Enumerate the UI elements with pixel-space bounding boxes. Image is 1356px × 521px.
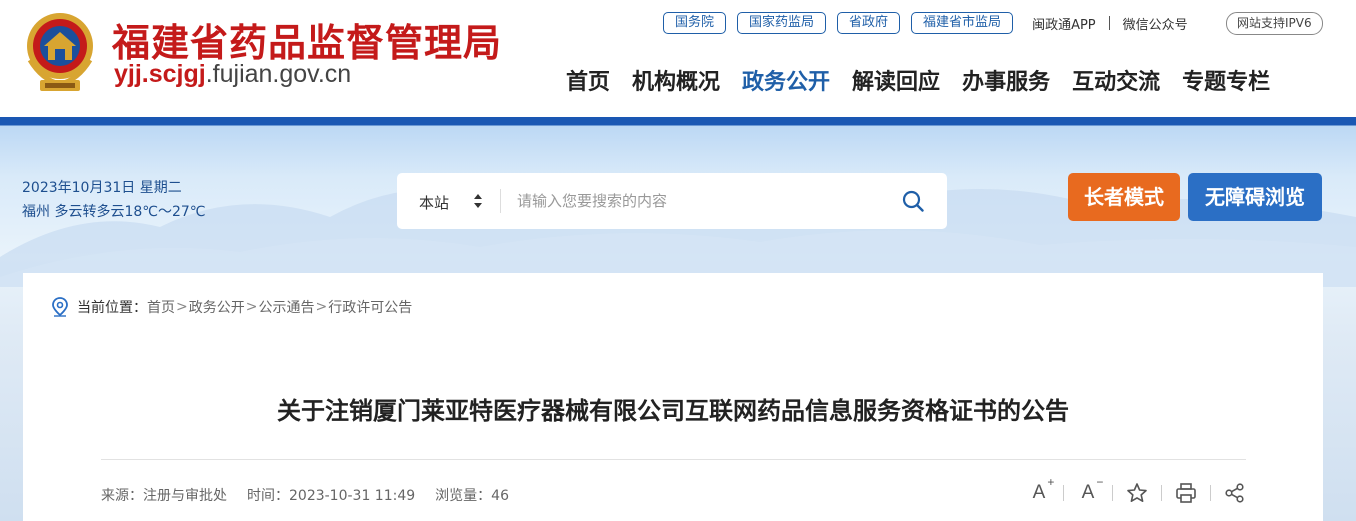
date-weather: 2023年10月31日 星期二 福州 多云转多云18℃～27℃: [22, 176, 206, 224]
current-date: 2023年10月31日 星期二: [22, 180, 182, 196]
app-link[interactable]: 闽政通APP: [1032, 14, 1096, 33]
print-icon: [1176, 483, 1196, 503]
elder-mode-button[interactable]: 长者模式: [1068, 173, 1180, 221]
nav-interaction[interactable]: 互动交流: [1072, 64, 1160, 96]
tool-divider: [1063, 485, 1064, 501]
site-domain-suffix: .fujian.gov.cn: [205, 60, 352, 88]
nav-interpretation[interactable]: 解读回应: [852, 64, 940, 96]
national-emblem-logo[interactable]: [22, 8, 98, 94]
breadcrumb-license-notices[interactable]: 行政许可公告: [328, 297, 412, 317]
accessible-browse-button[interactable]: 无障碍浏览: [1188, 173, 1322, 221]
article-tools: A + A −: [1027, 475, 1247, 505]
nav-home[interactable]: 首页: [566, 64, 610, 96]
search-icon[interactable]: [902, 190, 924, 212]
ipv6-badge: 网站支持IPV6: [1226, 12, 1323, 35]
article-views: 浏览量：46: [435, 488, 509, 504]
tool-divider: [1161, 485, 1162, 501]
location-pin-icon: [52, 297, 68, 317]
print-button[interactable]: [1174, 481, 1198, 505]
favorite-button[interactable]: [1125, 481, 1149, 505]
breadcrumb-label: 当前位置：: [77, 300, 147, 316]
nav-topics[interactable]: 专题专栏: [1182, 64, 1270, 96]
font-larger-icon: A +: [1032, 475, 1055, 503]
updown-arrow-icon[interactable]: [473, 193, 483, 209]
site-header: 福建省药品监督管理局 yjj.scjgj.fujian.gov.cn 国务院 国…: [0, 0, 1356, 117]
share-button[interactable]: [1223, 481, 1247, 505]
top-divider: [1108, 16, 1110, 30]
article-title: 关于注销厦门莱亚特医疗器械有限公司互联网药品信息服务资格证书的公告: [277, 397, 1069, 425]
breadcrumb: 当前位置： 首页 > 政务公开 > 公示通告 > 行政许可公告: [51, 297, 412, 317]
tool-divider: [1210, 485, 1211, 501]
wechat-link[interactable]: 微信公众号: [1123, 14, 1188, 33]
site-title[interactable]: 福建省药品监督管理局: [112, 12, 502, 67]
star-icon: [1127, 483, 1147, 502]
toplink-provincial-gov[interactable]: 省政府: [837, 12, 901, 34]
search-input[interactable]: [517, 187, 887, 215]
nav-services[interactable]: 办事服务: [962, 64, 1050, 96]
search-divider: [500, 189, 501, 213]
top-links: 国务院 国家药监局 省政府 福建省市监局 闽政通APP 微信公众号: [663, 12, 1188, 34]
nav-gov-affairs[interactable]: 政务公开: [742, 64, 830, 96]
toplink-market-bureau[interactable]: 福建省市监局: [911, 12, 1014, 34]
font-smaller-icon: A −: [1081, 475, 1104, 503]
toplink-state-council[interactable]: 国务院: [663, 12, 727, 34]
font-larger-button[interactable]: A +: [1027, 475, 1055, 505]
article-source: 来源：注册与审批处: [101, 488, 227, 504]
site-domain: yjj.scjgj.fujian.gov.cn: [114, 60, 351, 89]
breadcrumb-separator: >: [245, 299, 258, 315]
tool-divider: [1112, 485, 1113, 501]
breadcrumb-separator: >: [176, 299, 188, 315]
breadcrumb-gov-affairs[interactable]: 政务公开: [189, 297, 245, 317]
nav-about[interactable]: 机构概况: [632, 64, 720, 96]
article-meta: 来源：注册与审批处 时间：2023-10-31 11:49 浏览量：46: [101, 485, 529, 505]
search-box: 本站: [397, 173, 947, 229]
title-divider: [101, 459, 1246, 460]
share-icon: [1225, 483, 1244, 503]
breadcrumb-notices[interactable]: 公示通告: [258, 297, 314, 317]
article-time: 时间：2023-10-31 11:49: [247, 488, 416, 504]
weather-info: 福州 多云转多云18℃～27℃: [22, 204, 206, 220]
toplink-nmpa[interactable]: 国家药监局: [737, 12, 827, 34]
search-scope-select[interactable]: 本站: [419, 192, 449, 213]
breadcrumb-home[interactable]: 首页: [147, 297, 175, 317]
breadcrumb-separator: >: [315, 299, 328, 315]
content-card: 当前位置： 首页 > 政务公开 > 公示通告 > 行政许可公告 关于注销厦门莱亚…: [23, 273, 1323, 521]
main-nav: 首页 机构概况 政务公开 解读回应 办事服务 互动交流 专题专栏: [566, 64, 1270, 96]
site-domain-primary: yjj.scjgj: [114, 60, 206, 88]
font-smaller-button[interactable]: A −: [1076, 475, 1104, 505]
